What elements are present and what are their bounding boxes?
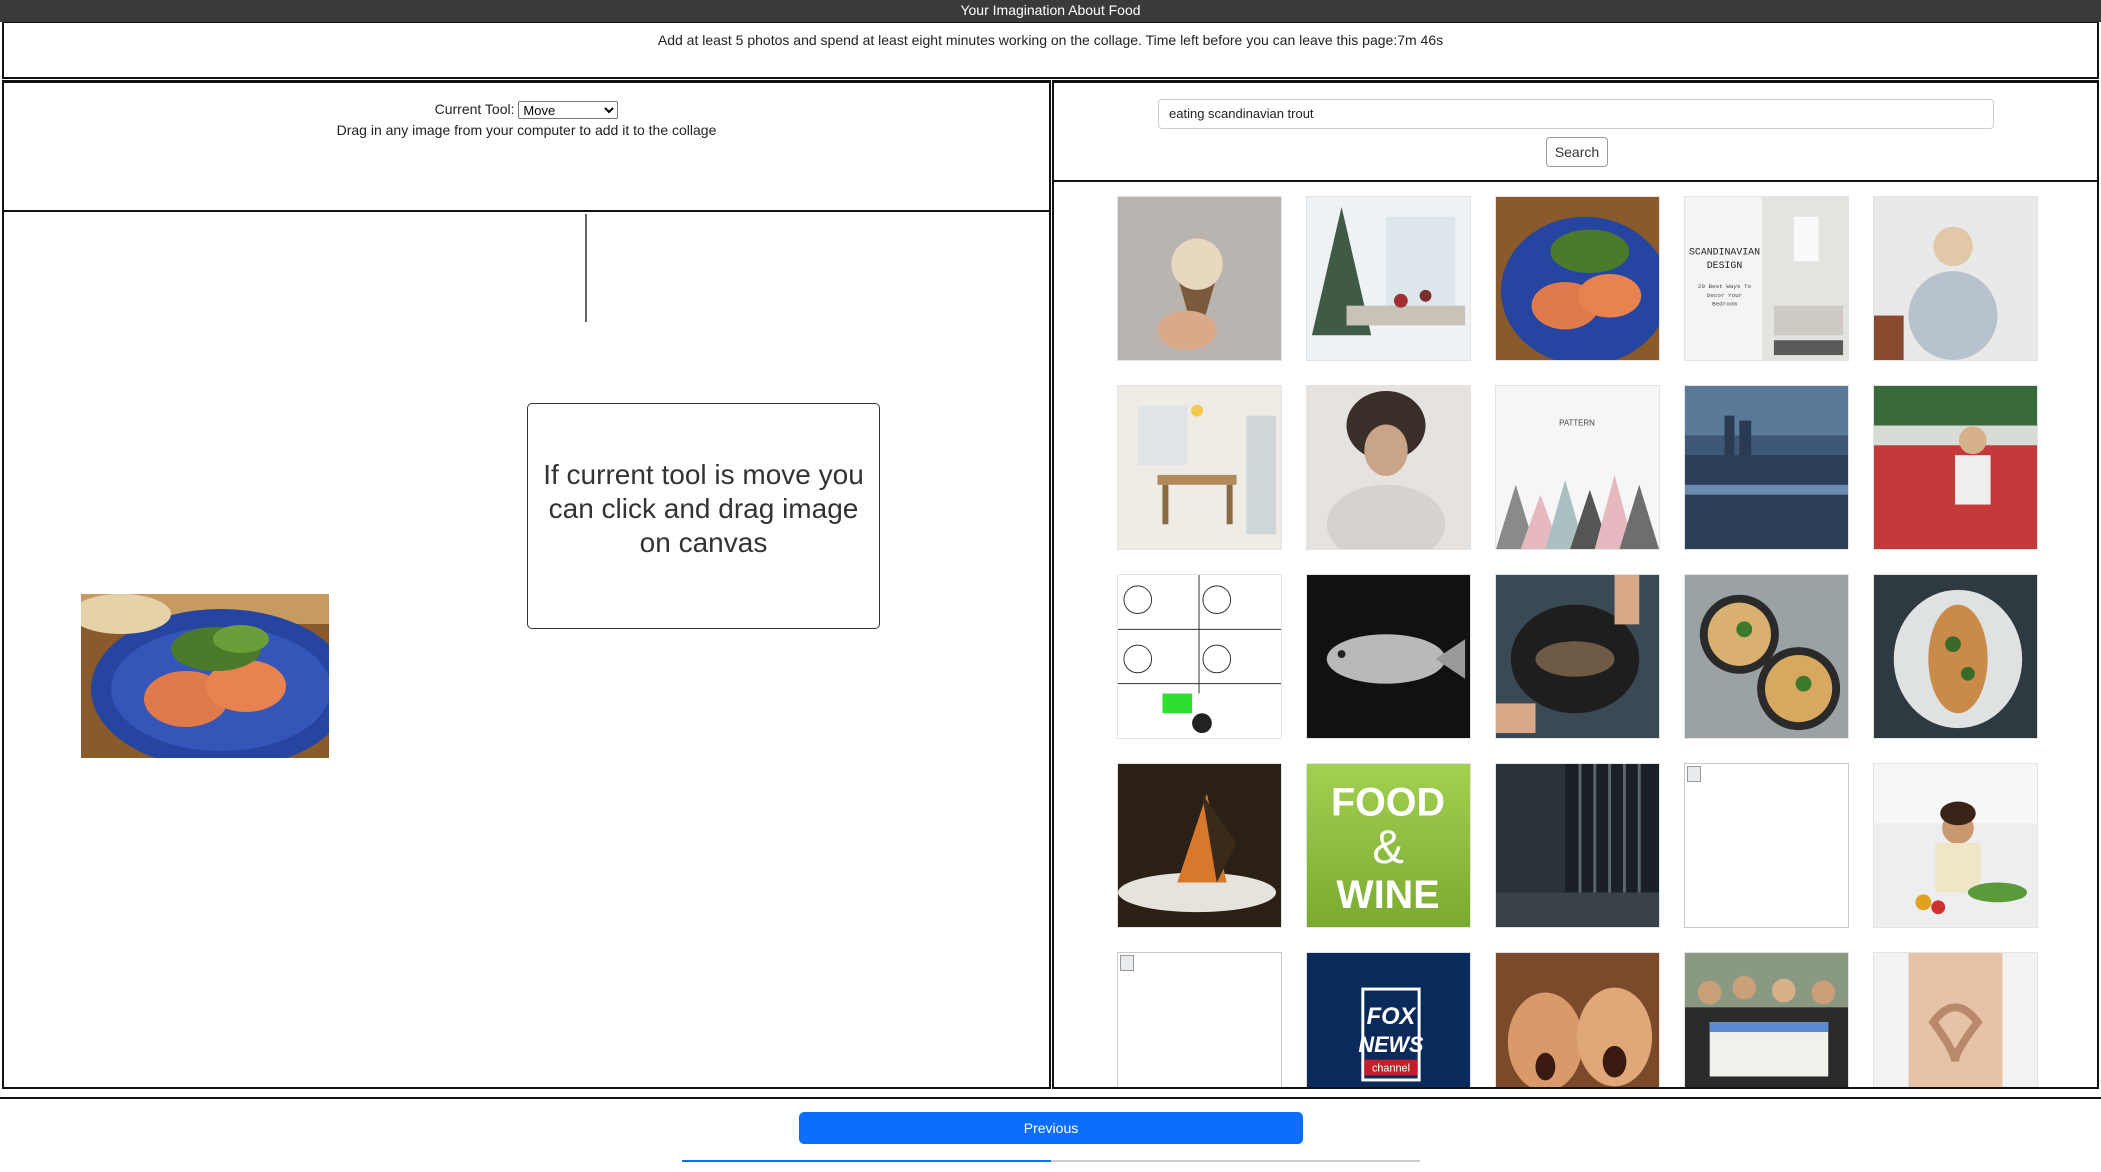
result-thumbnail-salmon-salad[interactable] [1495, 196, 1660, 361]
result-thumbnail-food-wine[interactable]: FOOD & WINE [1306, 763, 1471, 928]
progress-fill [682, 1160, 1051, 1162]
result-thumbnail-woman-red-tables[interactable] [1873, 385, 2038, 550]
scandi-sub-3: Bedroom [1712, 301, 1737, 308]
food-wine-line-3: WINE [1336, 873, 1439, 917]
previous-button[interactable]: Previous [799, 1112, 1303, 1144]
scandi-sub-2: Decor Your [1707, 292, 1743, 299]
result-thumbnail-noodle-bowls[interactable] [1684, 574, 1849, 739]
result-thumbnail-woman-reading[interactable] [1873, 196, 2038, 361]
result-thumbnail-gourmet-plate[interactable] [1117, 763, 1282, 928]
instructions-bar: Add at least 5 photos and spend at least… [2, 22, 2099, 79]
progress-bar [682, 1160, 1420, 1162]
broken-image-icon [1687, 766, 1701, 782]
search-panel: eating scandinavian trout Search SCANDIN… [1052, 80, 2099, 1089]
result-thumbnail-group-check[interactable] [1684, 952, 1849, 1087]
current-tool-label: Current Tool: [434, 101, 515, 117]
scandi-title-2: DESIGN [1707, 260, 1743, 271]
tooltip-text: If current tool is move you can click an… [543, 459, 864, 558]
canvas-image-salmon[interactable] [71, 594, 351, 769]
fox-line-1: FOX [1367, 1004, 1417, 1030]
result-thumbnail-christmas-table[interactable] [1306, 196, 1471, 361]
tool-select[interactable]: Move [518, 101, 619, 120]
result-thumbnail-dining-room[interactable] [1117, 385, 1282, 550]
fox-line-3: channel [1372, 1063, 1410, 1075]
window-title: Your Imagination About Food [0, 0, 2101, 22]
result-thumbnail-dark-room[interactable] [1495, 763, 1660, 928]
result-thumbnail-city-harbor[interactable] [1684, 385, 1849, 550]
result-thumbnail-ice-cream[interactable] [1117, 196, 1282, 361]
food-wine-line-1: FOOD [1331, 780, 1445, 824]
footer-divider [0, 1097, 2101, 1099]
collage-panel: Current Tool: Move Drag in any image fro… [2, 80, 1051, 1089]
move-tool-tooltip: If current tool is move you can click an… [527, 403, 880, 629]
search-button[interactable]: Search [1546, 137, 1608, 167]
scandi-title-1: SCANDINAVIAN [1689, 246, 1760, 257]
instructions-text: Add at least 5 photos and spend at least… [657, 32, 1444, 48]
result-thumbnail-scandinavian-design[interactable]: SCANDINAVIAN DESIGN 20 Best Ways To Deco… [1684, 196, 1849, 361]
result-thumbnail-pattern[interactable]: PATTERN [1495, 385, 1660, 550]
result-thumbnail-fox-news[interactable]: FOX NEWS channel [1306, 952, 1471, 1087]
search-input[interactable]: eating scandinavian trout [1158, 99, 1994, 129]
drag-hint: Drag in any image from your computer to … [336, 122, 717, 138]
result-thumbnail-trout-fish[interactable] [1306, 574, 1471, 739]
result-thumbnail-grilling-fish[interactable] [1495, 574, 1660, 739]
tool-row: Current Tool: Move [4, 101, 1049, 120]
search-area: eating scandinavian trout Search [1054, 83, 2097, 182]
collage-canvas[interactable]: If current tool is move you can click an… [4, 214, 1049, 1090]
result-thumbnail-heart-hands[interactable] [1873, 952, 2038, 1087]
pattern-title: PATTERN [1559, 419, 1595, 428]
results-grid: SCANDINAVIAN DESIGN 20 Best Ways To Deco… [1054, 184, 2097, 1087]
result-thumbnail-fish-dish[interactable] [1873, 574, 2038, 739]
broken-image-icon [1120, 955, 1134, 971]
result-thumbnail-rage-comic[interactable] [1117, 574, 1282, 739]
result-thumbnail-woman-hiding-face[interactable] [1306, 385, 1471, 550]
result-thumbnail-broken-2[interactable] [1117, 952, 1282, 1087]
result-thumbnail-screaming-faces[interactable] [1495, 952, 1660, 1087]
fox-line-2: NEWS [1358, 1032, 1424, 1057]
result-thumbnail-woman-cooking[interactable] [1873, 763, 2038, 928]
result-thumbnail-broken-1[interactable] [1684, 763, 1849, 928]
tool-area: Current Tool: Move Drag in any image fro… [4, 83, 1049, 212]
food-wine-line-2: & [1372, 821, 1404, 874]
scandi-sub-1: 20 Best Ways To [1698, 283, 1752, 290]
